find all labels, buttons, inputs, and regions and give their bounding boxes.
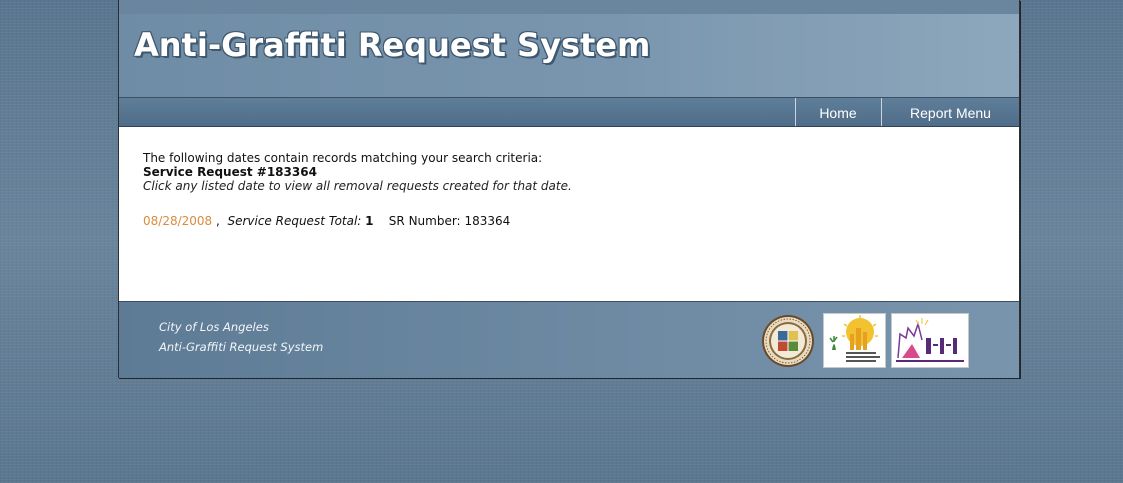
footer-text: City of Los Angeles Anti-Graffiti Reques… [159,317,323,357]
footer-line-city: City of Los Angeles [159,320,269,334]
main-content: The following dates contain records matc… [119,127,1019,301]
footer: City of Los Angeles Anti-Graffiti Reques… [119,301,1019,378]
nav-bar: Home Report Menu [119,98,1019,127]
search-results-intro: The following dates contain records matc… [143,151,943,193]
total-value: 1 [365,214,374,228]
city-seal-logo [762,315,814,367]
total-label: Service Request Total: [227,214,362,228]
result-date-link[interactable]: 08/28/2008 [143,214,212,228]
nav-home-link[interactable]: Home [796,98,880,126]
service-request-heading: Service Request #183364 [143,165,317,179]
footer-line-system: Anti-Graffiti Request System [159,340,324,354]
result-separator: , [212,214,220,228]
page-frame: Anti-Graffiti Request System Home Report… [118,0,1020,378]
sr-number-label: SR Number: [388,214,461,228]
instruction-text: Click any listed date to view all remova… [143,179,572,193]
intro-text: The following dates contain records matc… [143,151,543,165]
sr-number-value: 183364 [464,214,511,228]
header-banner: Anti-Graffiti Request System [119,0,1019,98]
site-title: Anti-Graffiti Request System [134,26,651,64]
office-community-beautification-logo [823,313,886,368]
la-311-logo [891,313,969,368]
nav-report-menu-link[interactable]: Report Menu [882,98,1019,126]
banner-top-strip [119,0,1019,14]
result-row: 08/28/2008 , Service Request Total: 1 SR… [143,214,510,228]
